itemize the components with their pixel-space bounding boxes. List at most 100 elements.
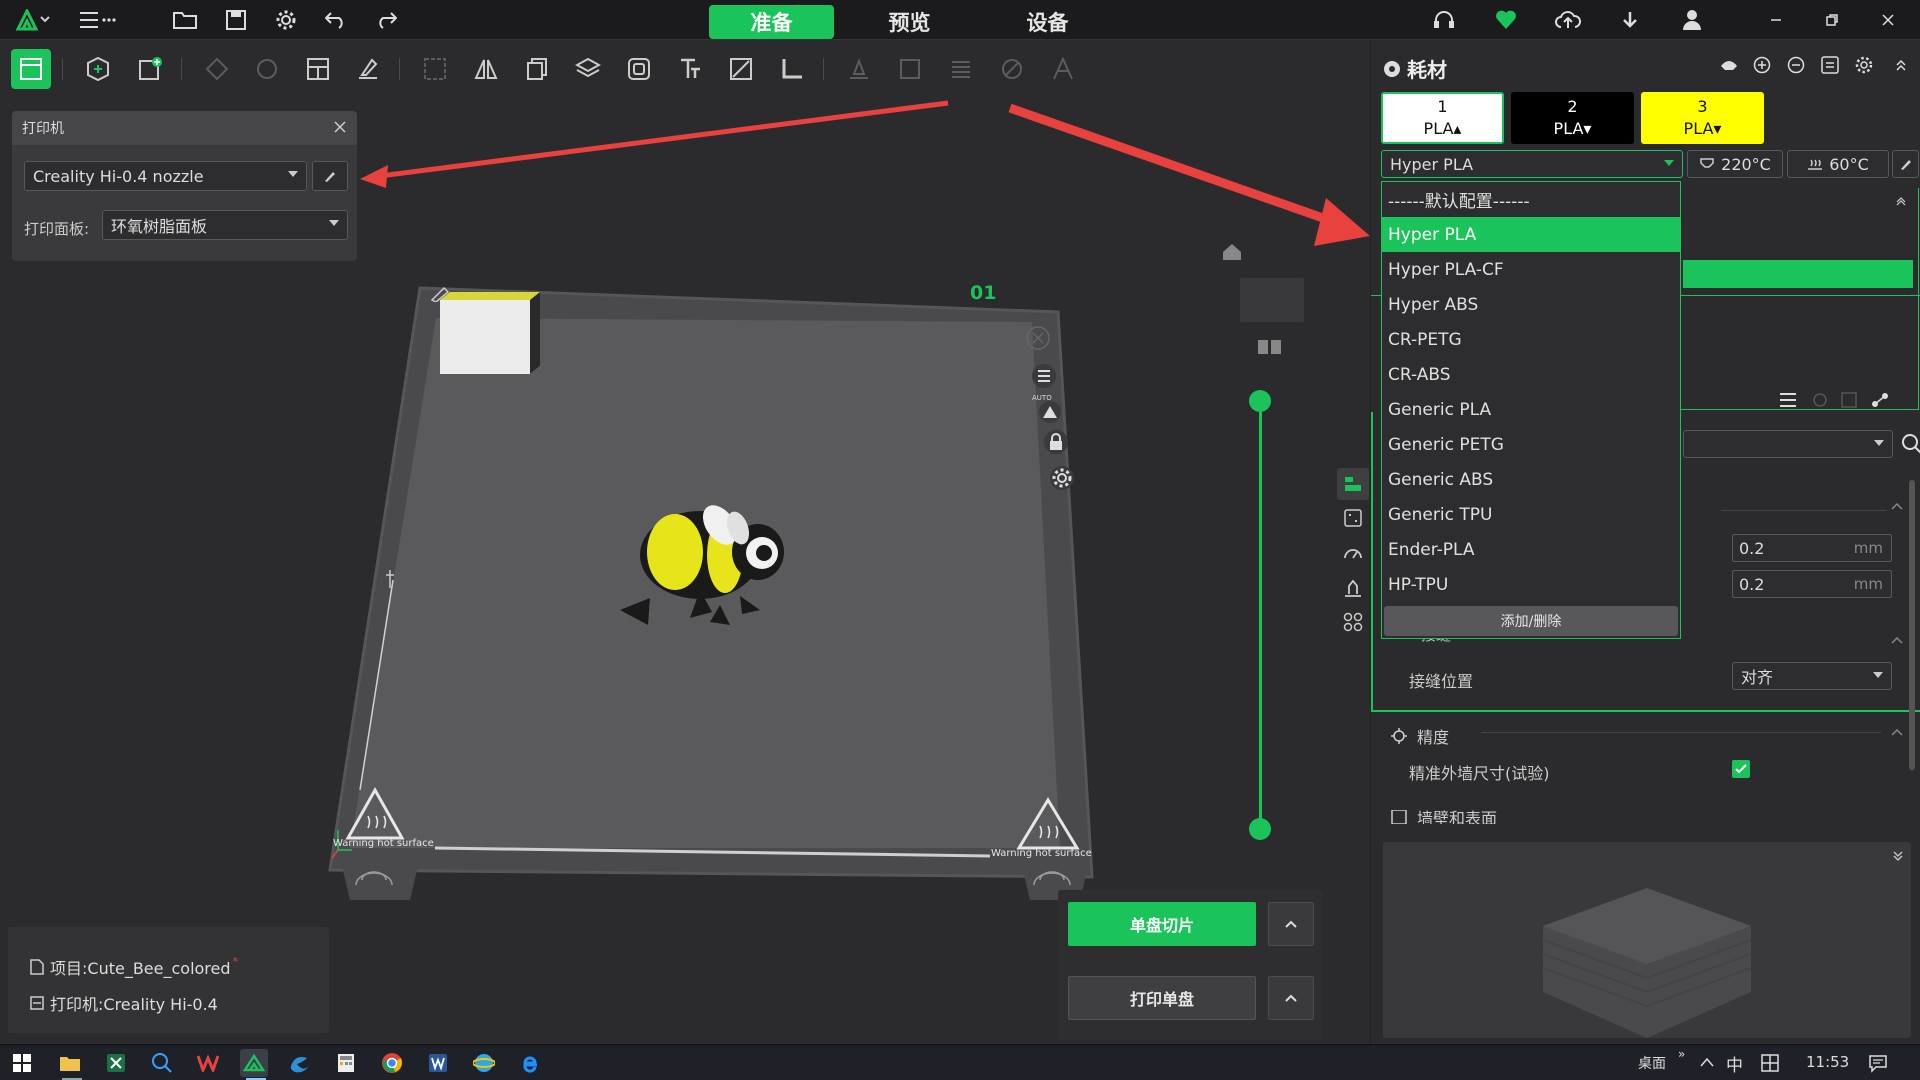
dropdown-option[interactable]: CR-PETG <box>1382 322 1680 357</box>
bed-temp-field[interactable]: 60°C <box>1787 150 1889 178</box>
plate-view-icon[interactable] <box>11 49 51 89</box>
dropdown-option[interactable]: Ender-PLA <box>1382 532 1680 567</box>
dropdown-option[interactable]: Generic TPU <box>1382 497 1680 532</box>
cut-icon[interactable] <box>721 49 761 89</box>
tray-arrow-icon[interactable] <box>1700 1057 1714 1067</box>
search-icon[interactable] <box>1901 433 1920 455</box>
filament-slot-2[interactable]: 2 PLA▾ <box>1511 92 1634 144</box>
dropdown-option[interactable]: Hyper PLA-CF <box>1382 252 1680 287</box>
layer-slider-bottom-handle[interactable] <box>1249 818 1271 840</box>
nozzle-temp-field[interactable]: 220°C <box>1687 150 1783 178</box>
multi-material-icon[interactable] <box>1343 612 1363 632</box>
filament-settings-icon[interactable] <box>1855 56 1873 74</box>
add-filament-icon[interactable] <box>1753 56 1771 74</box>
menu-icon[interactable] <box>76 6 120 34</box>
dropdown-option[interactable]: ------默认配置------ <box>1382 182 1680 217</box>
tab-preview[interactable]: 预览 <box>847 5 972 39</box>
precise-wall-checkbox[interactable] <box>1732 760 1750 778</box>
dropdown-option[interactable]: Generic PLA <box>1382 392 1680 427</box>
dropdown-option-selected[interactable]: Hyper PLA <box>1382 217 1680 252</box>
compare-icon[interactable] <box>1871 392 1889 408</box>
printer-select[interactable]: Creality Hi-0.4 nozzle <box>24 161 307 191</box>
calculator-icon[interactable] <box>332 1049 360 1077</box>
expand-icon[interactable] <box>1893 850 1903 862</box>
notification-icon[interactable] <box>1868 1053 1888 1073</box>
support-icon[interactable] <box>1343 578 1363 598</box>
plate-list-icon[interactable] <box>1030 362 1058 390</box>
lay-on-face-icon[interactable] <box>348 49 388 89</box>
plate-type-select[interactable]: 环氧树脂面板 <box>102 210 348 240</box>
cloud-upload-icon[interactable] <box>1554 6 1582 34</box>
settings-gear-icon[interactable] <box>272 6 300 34</box>
chrome-icon[interactable] <box>378 1049 406 1077</box>
restore-icon[interactable] <box>1818 6 1846 34</box>
wps-icon[interactable] <box>194 1049 222 1077</box>
redo-icon[interactable] <box>372 6 400 34</box>
chevron-up-icon[interactable] <box>1891 728 1903 736</box>
close-plate-icon[interactable] <box>1024 324 1052 352</box>
view-cube[interactable] <box>1240 278 1304 322</box>
layers-icon[interactable] <box>568 49 608 89</box>
minimize-icon[interactable] <box>1762 6 1790 34</box>
chevron-up-icon[interactable] <box>1891 636 1903 644</box>
hollow-icon[interactable] <box>619 49 659 89</box>
filament-slot-3[interactable]: 3 PLA▾ <box>1641 92 1764 144</box>
dropdown-option[interactable]: Hyper ABS <box>1382 287 1680 322</box>
app-logo-icon[interactable] <box>14 6 54 34</box>
mirror-icon[interactable] <box>466 49 506 89</box>
excel-icon[interactable] <box>102 1049 130 1077</box>
windows-start-icon[interactable] <box>8 1049 36 1077</box>
copy-icon[interactable] <box>517 49 557 89</box>
layer-slider-track[interactable] <box>1259 400 1262 830</box>
edit-filament-button[interactable] <box>1892 150 1919 178</box>
filament-type-select[interactable]: Hyper PLA <box>1381 150 1683 178</box>
toolbar-expand-icon[interactable]: » <box>1678 1047 1685 1061</box>
add-plate-icon[interactable] <box>130 49 170 89</box>
add-model-icon[interactable] <box>78 49 118 89</box>
print-button[interactable]: 打印单盘 <box>1068 976 1256 1020</box>
file-explorer-icon[interactable] <box>56 1049 84 1077</box>
layer-height-input[interactable]: 0.2 mm <box>1732 534 1892 562</box>
arrange-icon[interactable] <box>298 49 338 89</box>
heart-icon[interactable] <box>1492 6 1520 34</box>
tab-device[interactable]: 设备 <box>985 5 1110 39</box>
layer-slider-top-handle[interactable] <box>1249 390 1271 412</box>
edge-dev-icon[interactable] <box>286 1049 314 1077</box>
dropdown-option[interactable]: CR-ABS <box>1382 357 1680 392</box>
auto-arrange-icon[interactable] <box>1036 400 1064 424</box>
edit-printer-button[interactable] <box>312 161 348 191</box>
collapse-icon[interactable] <box>1896 196 1906 206</box>
search-app-icon[interactable] <box>148 1049 176 1077</box>
add-remove-filament-button[interactable]: 添加/删除 <box>1384 606 1678 636</box>
lock-icon[interactable] <box>1042 428 1070 456</box>
tab-prepare[interactable]: 准备 <box>709 5 834 39</box>
creality-print-icon[interactable] <box>240 1049 268 1077</box>
filament-slot-1[interactable]: 1 PLA▴ <box>1381 92 1504 144</box>
dropdown-option[interactable]: Generic PETG <box>1382 427 1680 462</box>
remove-filament-icon[interactable] <box>1787 56 1805 74</box>
ime-mode-icon[interactable] <box>1760 1053 1780 1073</box>
process-preset-select[interactable] <box>1683 430 1893 458</box>
qq-browser-icon[interactable] <box>470 1049 498 1077</box>
dropdown-option[interactable]: HP-TPU <box>1382 567 1680 602</box>
desktop-toolbar-label[interactable]: 桌面 <box>1638 1053 1666 1073</box>
list-view-icon[interactable] <box>1779 392 1797 408</box>
dropdown-option[interactable]: Generic ABS <box>1382 462 1680 497</box>
home-view-icon[interactable] <box>1221 242 1243 262</box>
headset-icon[interactable] <box>1430 6 1458 34</box>
save-icon[interactable] <box>222 6 250 34</box>
filament-edit-icon[interactable] <box>1821 56 1839 74</box>
collapse-icon[interactable] <box>1895 58 1907 72</box>
word-icon[interactable] <box>424 1049 452 1077</box>
print-options-button[interactable] <box>1268 976 1314 1020</box>
chevron-up-icon[interactable] <box>1891 502 1903 510</box>
first-layer-height-input[interactable]: 0.2 mm <box>1732 570 1892 598</box>
object-list-icon[interactable] <box>1337 468 1369 500</box>
open-folder-icon[interactable] <box>171 6 199 34</box>
edit-purge-icon[interactable] <box>430 286 450 302</box>
settings-scrollbar[interactable] <box>1909 480 1915 770</box>
slice-options-button[interactable] <box>1268 902 1314 946</box>
filament-sync-icon[interactable] <box>1719 56 1739 72</box>
frame-icon[interactable] <box>1343 508 1363 528</box>
speed-icon[interactable] <box>1343 544 1363 564</box>
